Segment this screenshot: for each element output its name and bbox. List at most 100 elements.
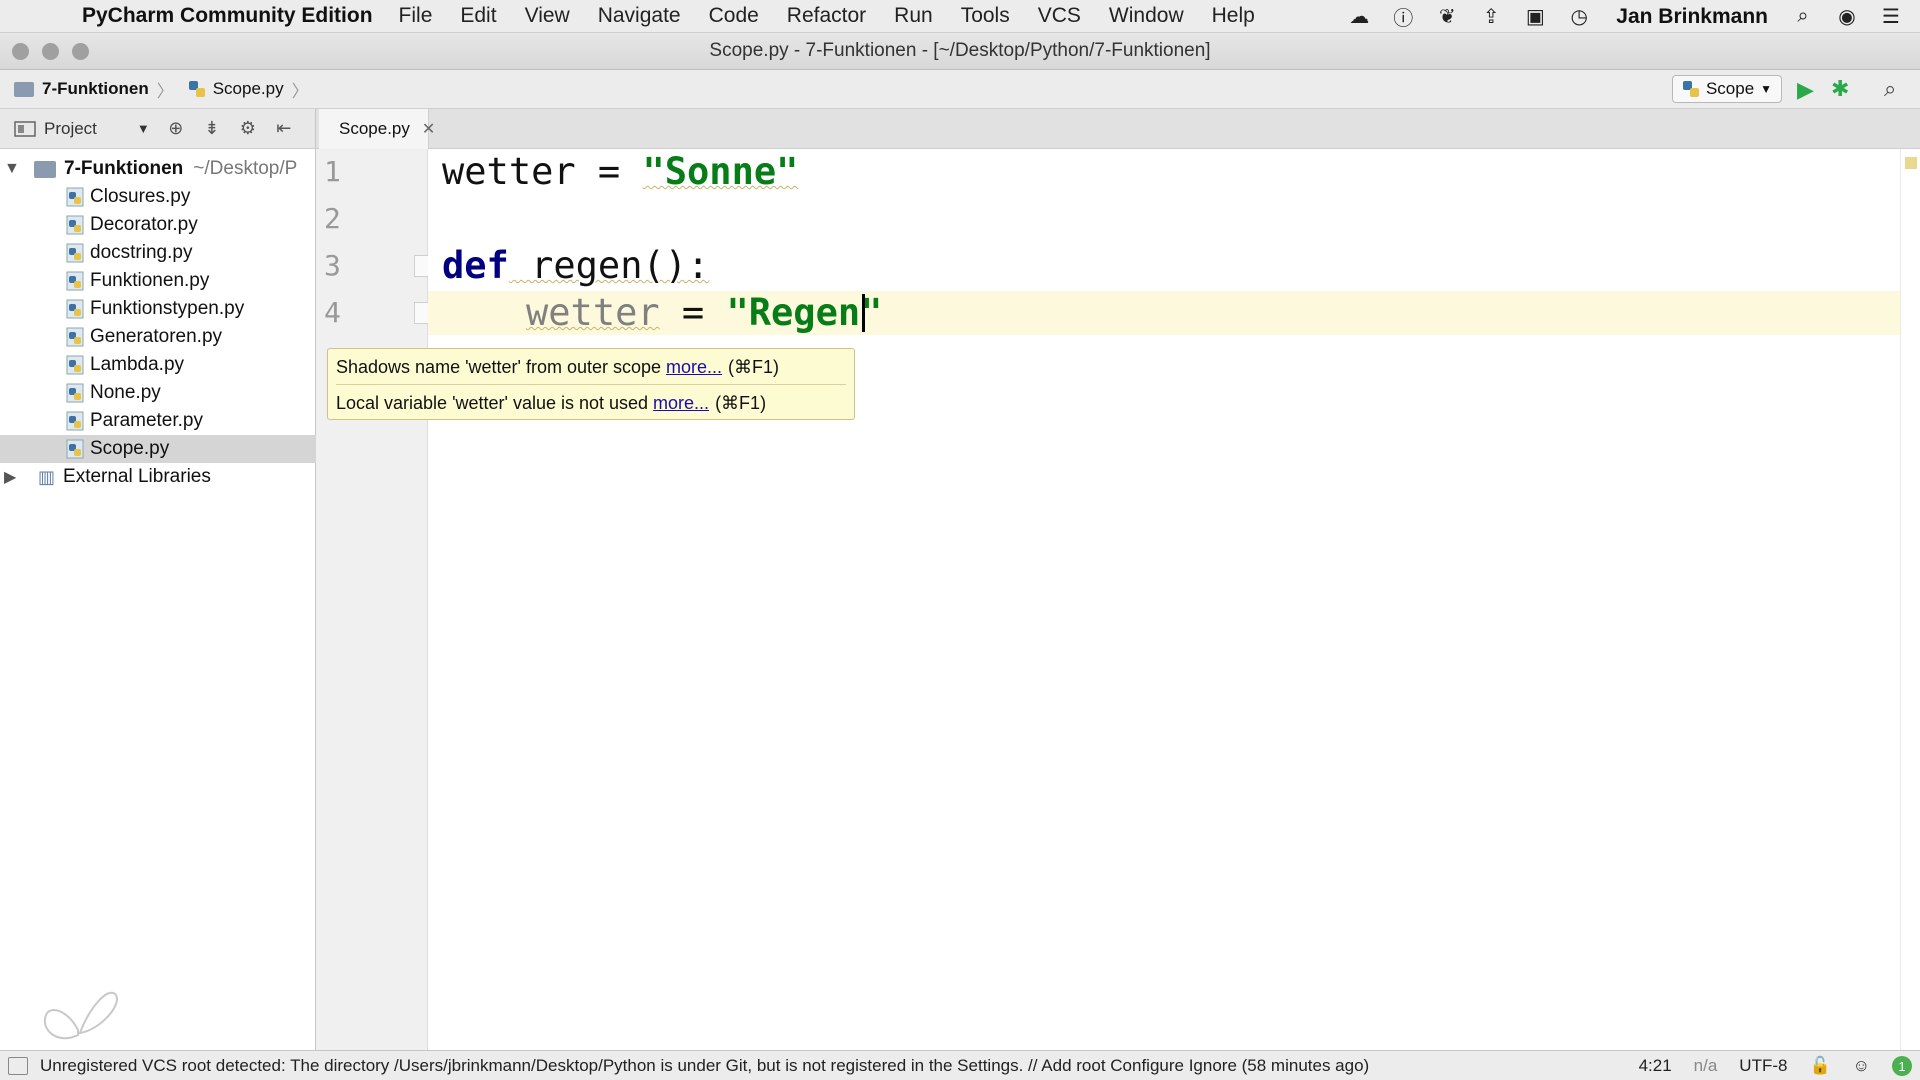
inspection-tooltip: Shadows name 'wetter' from outer scope m… <box>327 348 855 420</box>
tree-root-folder[interactable]: ▼ 7-Funktionen ~/Desktop/P <box>0 155 316 183</box>
root-folder-label: 7-Funktionen <box>64 158 184 179</box>
tree-file[interactable]: Lambda.py <box>0 351 316 379</box>
upload-icon[interactable]: ⇪ <box>1476 4 1506 30</box>
library-icon: ▥ <box>38 466 56 487</box>
code-keyword: def <box>442 244 509 287</box>
tree-file[interactable]: None.py <box>0 379 316 407</box>
python-file-icon <box>66 327 84 347</box>
editor-gutter: 1 2 3 4 <box>316 149 436 1050</box>
menu-refactor[interactable]: Refactor <box>787 4 866 28</box>
breadcrumb-file[interactable]: Scope.py 〉 <box>188 77 309 102</box>
caret-position[interactable]: 4:21 <box>1639 1056 1672 1076</box>
tree-file[interactable]: Parameter.py <box>0 407 316 435</box>
error-stripe[interactable] <box>1900 149 1920 1050</box>
event-log-badge[interactable]: 1 <box>1892 1056 1912 1076</box>
shortcut-hint: (⌘F1) <box>715 392 767 413</box>
line-number: 2 <box>324 202 341 235</box>
menu-run[interactable]: Run <box>894 4 933 28</box>
debug-icon[interactable]: ✱ <box>1831 76 1857 102</box>
menu-vcs[interactable]: VCS <box>1038 4 1081 28</box>
notification-center-icon[interactable]: ☰ <box>1876 4 1906 30</box>
code-string: "Regen" <box>726 291 883 334</box>
menu-help[interactable]: Help <box>1212 4 1255 28</box>
tree-file-label: Generatoren.py <box>90 326 223 347</box>
tree-file[interactable]: Decorator.py <box>0 211 316 239</box>
gear-icon[interactable]: ⚙ <box>238 118 258 139</box>
tab-scope-py[interactable]: Scope.py ✕ <box>319 109 435 149</box>
tree-file[interactable]: Generatoren.py <box>0 323 316 351</box>
more-link[interactable]: more... <box>666 357 722 378</box>
video-icon[interactable]: ▣ <box>1520 4 1550 30</box>
menu-view[interactable]: View <box>525 4 570 28</box>
more-link[interactable]: more... <box>653 393 709 414</box>
menu-edit[interactable]: Edit <box>460 4 496 28</box>
collapse-all-icon[interactable]: ⇟ <box>202 118 222 139</box>
code-function-def: regen(): <box>508 244 710 287</box>
hide-panel-icon[interactable]: ⇤ <box>274 118 294 139</box>
folder-icon <box>14 81 34 97</box>
external-libraries-label: External Libraries <box>63 466 211 487</box>
code-line-4[interactable]: wetter = "Regen" <box>526 291 882 334</box>
warning-marker-icon[interactable] <box>1905 157 1917 169</box>
tool-window-toggle-icon[interactable] <box>8 1056 28 1075</box>
expand-arrow-icon[interactable]: ▼ <box>4 160 24 178</box>
lock-icon[interactable]: 🔓 <box>1809 1056 1830 1076</box>
tree-file-label: Lambda.py <box>90 354 185 375</box>
user-name[interactable]: Jan Brinkmann <box>1616 5 1768 29</box>
run-icon[interactable]: ▶ <box>1797 77 1821 102</box>
project-view-label[interactable]: Project <box>44 119 97 139</box>
folder-icon <box>34 160 56 178</box>
file-encoding[interactable]: UTF-8 <box>1739 1056 1787 1076</box>
tree-file[interactable]: Funktionen.py <box>0 267 316 295</box>
tree-file[interactable]: docstring.py <box>0 239 316 267</box>
creative-cloud-icon[interactable]: ☁ <box>1344 4 1374 30</box>
python-file-icon <box>66 355 84 375</box>
spotlight-icon[interactable]: ⌕ <box>1788 4 1818 30</box>
close-icon[interactable]: ✕ <box>422 119 435 139</box>
python-file-icon <box>66 439 84 459</box>
locate-icon[interactable]: ⊕ <box>166 118 186 139</box>
menu-navigate[interactable]: Navigate <box>598 4 681 28</box>
tooltip-divider <box>336 384 846 385</box>
window-title: Scope.py - 7-Funktionen - [~/Desktop/Pyt… <box>709 40 1211 61</box>
onepassword-icon[interactable]: ⓘ <box>1388 4 1418 30</box>
expand-arrow-icon[interactable]: ▶ <box>4 467 24 487</box>
tree-file-label: Funktionen.py <box>90 270 210 291</box>
app-name-menu[interactable]: PyCharm Community Edition <box>82 4 373 28</box>
run-configuration-label: Scope <box>1705 79 1755 98</box>
code-var: wetter <box>442 150 576 193</box>
butterfly-watermark-icon <box>43 991 118 1040</box>
code-line-1[interactable]: wetter = "Sonne" <box>442 150 798 193</box>
inspector-icon[interactable]: ☺ <box>1853 1056 1870 1076</box>
python-file-icon <box>66 299 84 319</box>
leaf-icon[interactable]: ❦ <box>1432 4 1462 30</box>
tree-file[interactable]: Closures.py <box>0 183 316 211</box>
menu-file[interactable]: File <box>399 4 433 28</box>
tree-file[interactable]: Funktionstypen.py <box>0 295 316 323</box>
python-file-icon <box>66 383 84 403</box>
code-unused-var: wetter <box>526 291 660 334</box>
search-icon[interactable]: ⌕ <box>1884 76 1910 102</box>
line-number: 4 <box>324 296 341 329</box>
tree-external-libraries[interactable]: ▶ ▥ External Libraries <box>0 463 316 491</box>
breadcrumb-project[interactable]: 7-Funktionen 〉 <box>14 77 174 102</box>
menu-code[interactable]: Code <box>709 4 759 28</box>
python-file-icon <box>66 215 84 235</box>
vcs-notification-message[interactable]: Unregistered VCS root detected: The dire… <box>40 1056 1369 1076</box>
code-line-3[interactable]: def regen(): <box>442 244 709 287</box>
line-separator[interactable]: n/a <box>1694 1056 1718 1076</box>
breadcrumb-project-label: 7-Funktionen <box>42 79 149 98</box>
line-number: 1 <box>324 155 341 188</box>
menu-window[interactable]: Window <box>1109 4 1184 28</box>
time-machine-icon[interactable]: ◷ <box>1564 4 1594 30</box>
chevron-down-icon[interactable]: ▼ <box>137 121 150 136</box>
siri-icon[interactable]: ◉ <box>1832 4 1862 30</box>
menu-tools[interactable]: Tools <box>961 4 1010 28</box>
tree-file-selected[interactable]: Scope.py <box>0 435 316 463</box>
tooltip-message: Shadows name 'wetter' from outer scope <box>336 356 662 377</box>
chevron-right-icon: 〉 <box>291 81 309 101</box>
project-tree: ▼ 7-Funktionen ~/Desktop/P Closures.py D… <box>0 149 316 1050</box>
root-folder-path: ~/Desktop/P <box>193 158 298 179</box>
python-file-icon <box>188 81 205 97</box>
run-configuration-select[interactable]: Scope ▼ <box>1672 75 1782 103</box>
